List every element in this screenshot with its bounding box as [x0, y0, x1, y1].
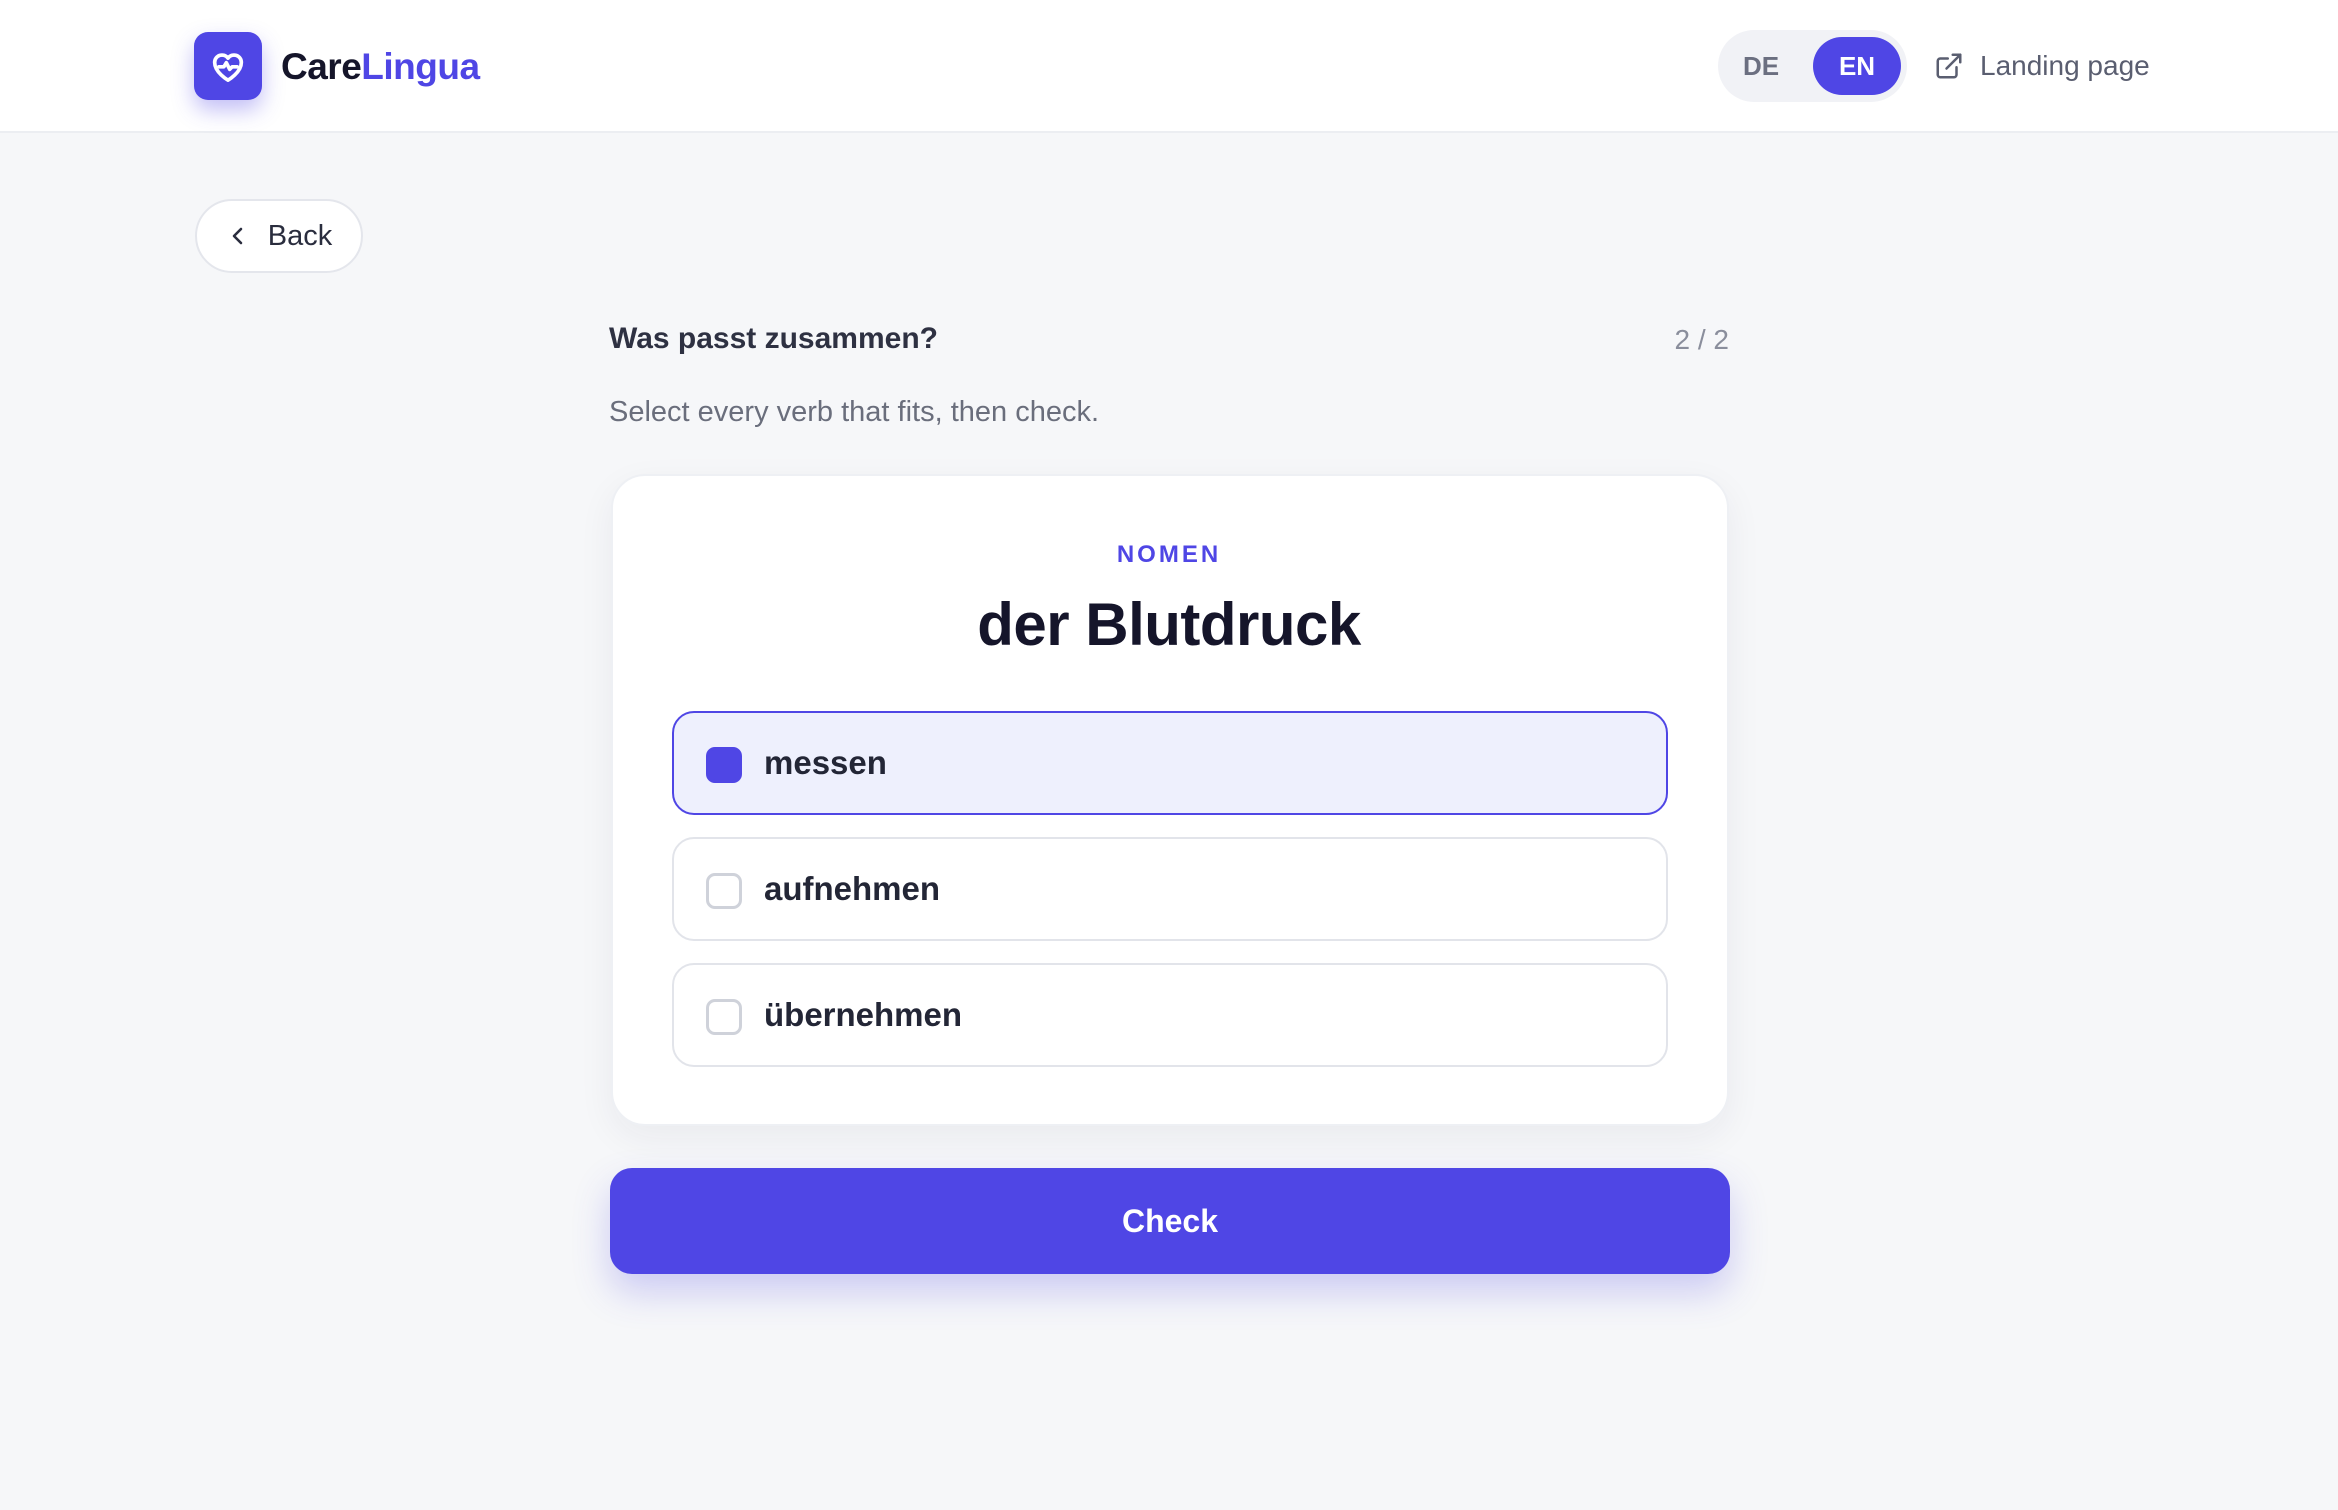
language-en-button[interactable]: EN — [1813, 37, 1901, 95]
top-header: CareLingua DE EN Landing page — [0, 0, 2338, 133]
option-checkbox[interactable] — [706, 873, 742, 909]
option-checkbox[interactable] — [706, 999, 742, 1035]
app-logo[interactable] — [194, 32, 262, 100]
language-de-button[interactable]: DE — [1722, 37, 1800, 95]
heart-pulse-icon — [212, 53, 244, 82]
option-aufnehmen[interactable]: aufnehmen — [672, 837, 1668, 941]
back-button[interactable]: Back — [195, 199, 363, 273]
chevron-left-icon — [232, 227, 243, 245]
landing-page-link[interactable]: Landing page — [1934, 44, 2150, 88]
brand-name-lingua: Lingua — [361, 46, 480, 87]
brand-name[interactable]: CareLingua — [281, 42, 480, 92]
option-label: übernehmen — [764, 996, 963, 1033]
landing-page-label: Landing page — [1980, 50, 2150, 81]
external-link-icon — [1936, 53, 1962, 79]
exercise-title: Was passt zusammen? — [609, 322, 938, 355]
word-type-label: NOMEN — [1116, 541, 1222, 568]
target-word: der Blutdruck — [977, 591, 1361, 658]
language-toggle: DE EN — [1718, 30, 1907, 102]
progress-counter: 2 / 2 — [1674, 324, 1729, 355]
option-checkbox[interactable] — [706, 747, 742, 783]
option-label: aufnehmen — [764, 870, 941, 907]
exercise-instruction: Select every verb that fits, then check. — [609, 396, 1100, 428]
back-label: Back — [267, 219, 333, 252]
option-uebernehmen[interactable]: übernehmen — [672, 963, 1668, 1067]
option-messen[interactable]: messen — [672, 711, 1668, 815]
check-button[interactable]: Check — [610, 1168, 1730, 1274]
brand-name-care: Care — [281, 46, 362, 87]
option-label: messen — [764, 744, 887, 781]
